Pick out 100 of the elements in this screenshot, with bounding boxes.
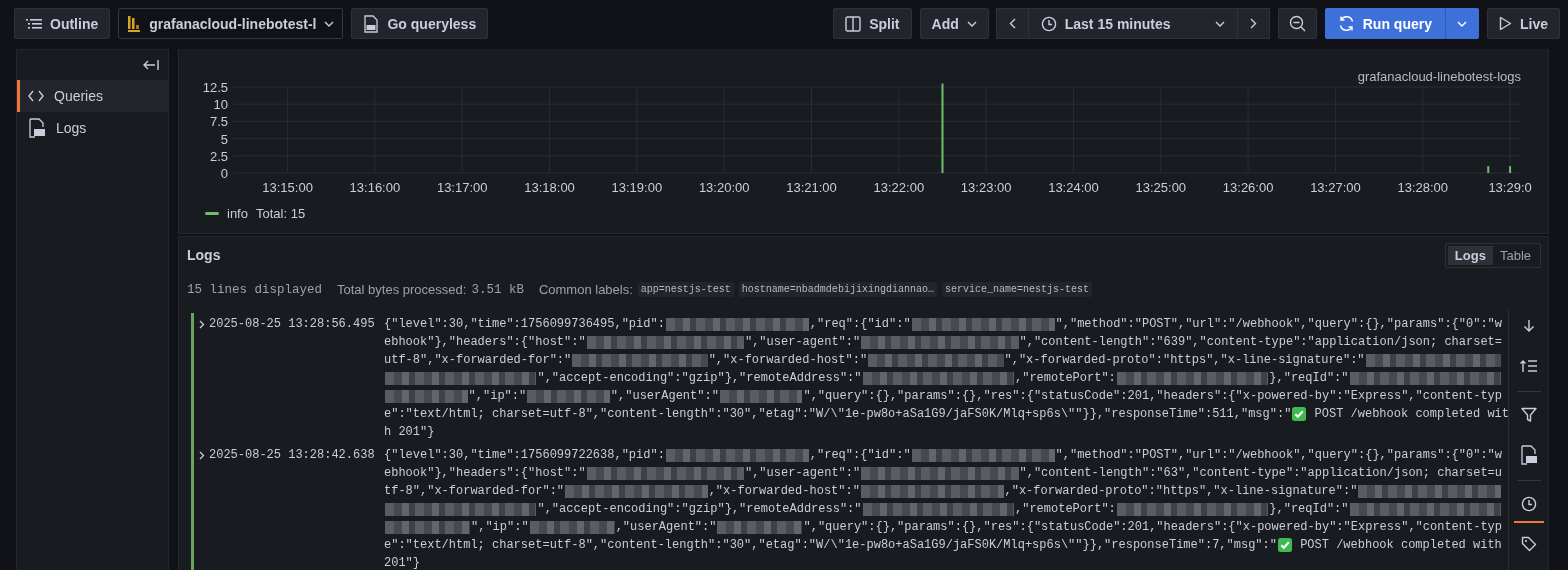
- lines-count: 15 lines displayed: [187, 282, 323, 297]
- view-tab[interactable]: Table: [1492, 245, 1538, 265]
- label-tag: hostname=nbadmdebijixingdiannao…: [738, 282, 937, 297]
- labels-title: Common labels:: [538, 282, 633, 297]
- y-axis-label: 5: [220, 131, 228, 147]
- bytes-value: 3.51 kB: [471, 282, 524, 297]
- x-axis-label: 13:28:00: [1397, 180, 1449, 195]
- x-axis-label: 13:22:00: [873, 180, 925, 195]
- time-range-picker[interactable]: Last 15 minutes: [1027, 8, 1238, 39]
- view-tab[interactable]: Logs: [1447, 245, 1493, 265]
- outline-item[interactable]: Logs: [17, 112, 168, 144]
- code-icon: [28, 90, 44, 102]
- x-axis-label: 13:25:00: [1135, 180, 1187, 195]
- log-text: POST /webhook completed wit: [1313, 407, 1509, 421]
- x-axis-label: 13:17:00: [436, 180, 488, 195]
- log-text: POST /webhook completed with: [1299, 538, 1502, 552]
- log-text: },"reqId":": [1269, 502, 1349, 516]
- x-axis-label: 13:24:00: [1048, 180, 1099, 195]
- arrow-down-icon: [1522, 319, 1535, 333]
- x-axis-label: 13:29:0: [1488, 180, 1532, 195]
- chevron-left-icon: [1008, 18, 1016, 29]
- tag-icon: [1520, 536, 1537, 552]
- next-range-button[interactable]: [1236, 8, 1270, 39]
- chevron-right-icon[interactable]: [199, 320, 205, 329]
- log-text: ","query":{},"params":{},"res":{"statusCode":201,"headers":{"x-powered-by":"Express","content-typ: [803, 389, 1502, 403]
- log-text: ","user-agent":": [744, 335, 861, 349]
- log-text: {"level":30,"time":1756099736495,"pid":: [384, 317, 665, 331]
- log-text: e":"text/html; charset=utf-8","content-length":"30","etag":"W/\"1e-pw8o+aSa1G9/jaFS0K/Mlq+sp6s\""}},"responseTime":7,"msg":": [384, 538, 1277, 552]
- clock-icon: [1040, 15, 1057, 32]
- log-text: e":"text/html; charset=utf-8","content-length":"30","etag":"W/\"1e-pw8o+aSa1G9/jaFS0K/Mlq+sp6s\""}},"responseTime":511,"msg":": [384, 407, 1292, 421]
- x-axis-label: 13:26:00: [1222, 180, 1274, 195]
- legend-label[interactable]: info: [227, 206, 248, 221]
- log-text: ","userAgent":": [610, 389, 719, 403]
- zoom-out-button[interactable]: [1277, 8, 1317, 39]
- log-text: tf-8","x-forwarded-for":": [384, 484, 565, 498]
- run-options-button[interactable]: [1445, 8, 1479, 39]
- columns-icon: [845, 15, 862, 32]
- check-icon: [1292, 407, 1307, 421]
- x-axis-label: 13:15:00: [262, 180, 313, 195]
- chevron-right-icon: [1249, 18, 1257, 29]
- clock-icon: [1520, 496, 1537, 512]
- y-axis-label: 2.5: [209, 148, 228, 164]
- check-icon: [1277, 538, 1292, 552]
- live-button[interactable]: Live: [1487, 8, 1560, 39]
- log-text: ","content-length":"63","content-type":"application/json; charset=u: [1019, 466, 1502, 480]
- datasource-picker[interactable]: grafanacloud-linebotest-l: [118, 8, 344, 39]
- y-axis-label: 12.5: [202, 80, 228, 95]
- caret-icon: [1457, 20, 1467, 27]
- x-axis-label: 13:19:00: [611, 180, 663, 195]
- log-text: ","method":"POST","url":"/webhook","query":{},"params":{"0":"w: [1055, 448, 1502, 462]
- collapse-icon[interactable]: [143, 59, 159, 71]
- log-text: 201"}: [384, 556, 420, 570]
- log-text: ,"x-forwarded-host":": [708, 484, 860, 498]
- log-text: ,"userAgent":": [615, 520, 717, 534]
- stacked-bars-icon: [127, 14, 142, 33]
- add-button[interactable]: Add: [919, 8, 989, 39]
- x-axis-label: 13:21:00: [786, 180, 837, 195]
- filter-icon: [1520, 407, 1537, 423]
- log-text: ebhook"},"headers":{"host":": [384, 466, 586, 480]
- x-axis-label: 13:20:00: [698, 180, 750, 195]
- legend-total: Total: 15: [255, 206, 306, 221]
- split-button[interactable]: Split: [833, 8, 912, 39]
- log-text: ","ip":": [471, 520, 529, 534]
- y-axis-label: 7.5: [209, 114, 228, 130]
- play-icon: [1499, 16, 1512, 31]
- previous-range-button[interactable]: [995, 8, 1029, 39]
- log-text: ebhook"},"headers":{"host":": [384, 335, 586, 349]
- log-text: utf-8","x-forwarded-for":": [384, 353, 572, 367]
- sort-icon: [1520, 359, 1537, 373]
- outline-button[interactable]: Outline: [14, 8, 111, 39]
- log-text: },"reqId":": [1269, 371, 1349, 385]
- log-text: ","method":"POST","url":"/webhook","query":{},"params":{"0":"w: [1055, 317, 1502, 331]
- label-tag: service_name=nestjs-test: [941, 282, 1092, 297]
- run-query-button[interactable]: Run query: [1324, 8, 1445, 39]
- list-icon: [26, 16, 42, 31]
- volume-bar: [1509, 166, 1512, 173]
- zoom-out-icon: [1288, 15, 1306, 32]
- log-text: ,"x-forwarded-proto":"https","x-line-signature":": [1004, 484, 1358, 498]
- log-text: ","ip":": [468, 389, 527, 403]
- x-axis-label: 13:18:00: [524, 180, 575, 195]
- log-text: ,"req":{"id":": [809, 448, 911, 462]
- y-axis-label: 10: [213, 97, 228, 113]
- volume-bar: [1487, 166, 1490, 173]
- x-axis-label: 13:27:00: [1310, 180, 1361, 195]
- go-queryless-button[interactable]: Go queryless: [351, 8, 489, 39]
- chevron-right-icon[interactable]: [199, 451, 205, 460]
- refresh-icon: [1337, 15, 1355, 32]
- log-file-icon: [363, 14, 380, 33]
- log-text: ,"remotePort":: [1015, 371, 1116, 385]
- series-label: grafanacloud-linebotest-logs: [1357, 69, 1521, 84]
- panel-title: Logs: [187, 247, 221, 263]
- log-text: ","content-length":"639","content-type":"application/json; charset=: [1019, 335, 1502, 349]
- caret-icon: [966, 20, 977, 27]
- log-text: ","x-forwarded-host":": [708, 353, 868, 367]
- log-timestamp: 2025-08-25 13:28:56.495: [209, 316, 376, 333]
- outline-item[interactable]: Queries: [17, 80, 168, 112]
- x-axis-label: 13:23:00: [960, 180, 1012, 195]
- log-text: {"level":30,"time":1756099722638,"pid":: [384, 448, 665, 462]
- log-text: ,"req":{"id":": [809, 317, 911, 331]
- log-text: ","x-forwarded-proto":"https","x-line-signature":": [1004, 353, 1365, 367]
